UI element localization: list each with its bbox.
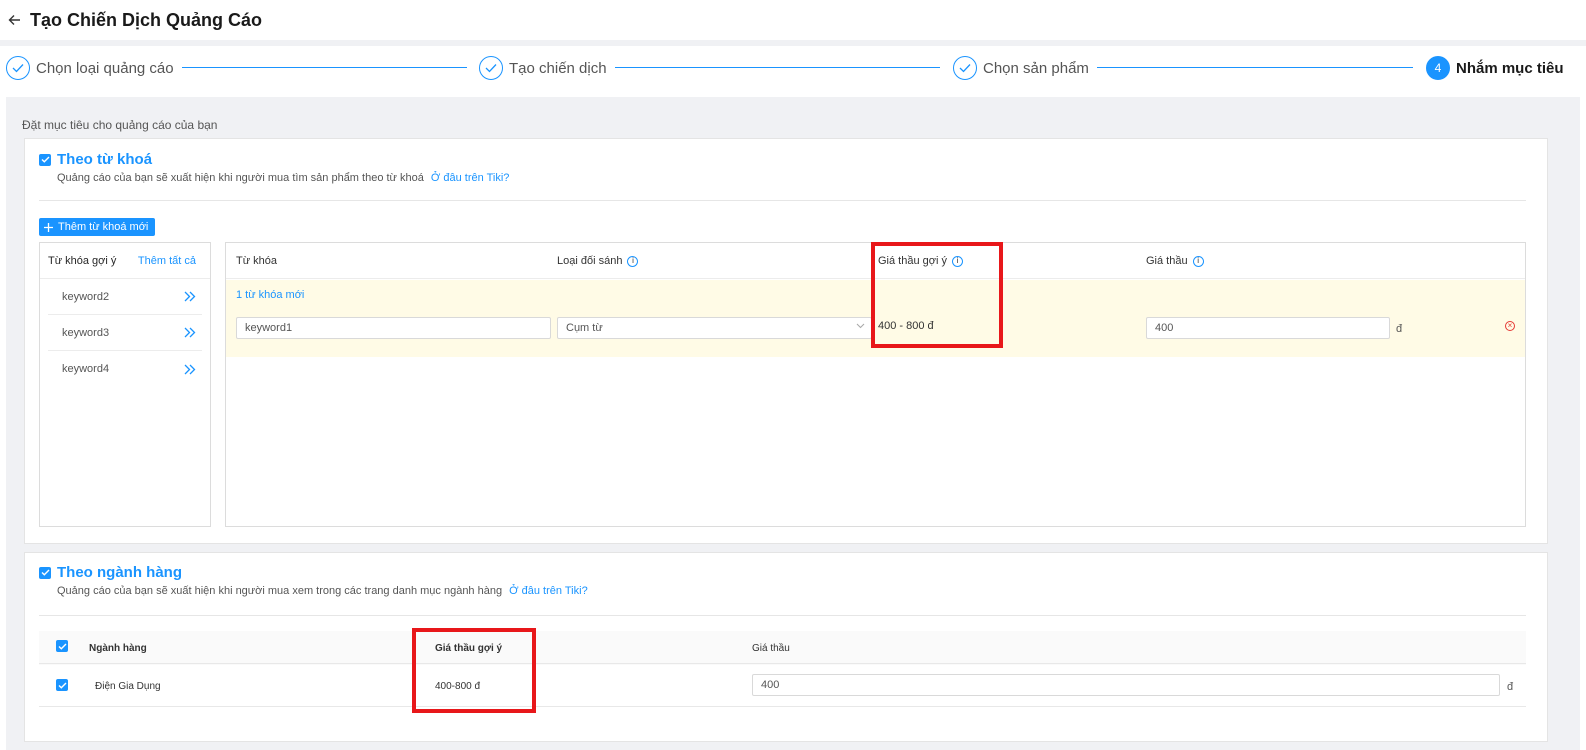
where-on-tiki-link[interactable]: Ở đâu trên Tiki? <box>509 585 588 597</box>
bid-input[interactable] <box>1146 317 1390 339</box>
keyword-targeting-toggle[interactable]: Theo từ khoá <box>39 151 152 168</box>
suggested-keywords-panel: Từ khóa gợi ý Thêm tất cả keyword2 keywo… <box>39 242 211 527</box>
column-label: Giá thầu gợi ý <box>878 255 947 267</box>
category-table: Ngành hàng Giá thầu gợi ý Giá thầu Điện … <box>39 631 1526 707</box>
suggested-keyword: keyword4 <box>62 363 110 375</box>
list-item: keyword2 <box>48 279 202 315</box>
step-create-campaign[interactable]: Tạo chiến dịch <box>479 56 607 80</box>
keyword-input[interactable] <box>236 317 551 339</box>
suggested-keyword: keyword2 <box>62 290 110 303</box>
add-all-link[interactable]: Thêm tất cả <box>138 255 196 267</box>
keyword-targeting-card: Theo từ khoá Quảng cáo của bạn sẽ xuất h… <box>24 138 1548 544</box>
section-heading: Đặt mục tiêu cho quảng cáo của bạn <box>22 118 218 132</box>
new-keyword-count: 1 từ khóa mới <box>236 289 305 301</box>
step-connector <box>1097 67 1413 68</box>
step-label: Chọn sản phẩm <box>983 59 1089 77</box>
column-category: Ngành hàng <box>89 643 147 654</box>
chevron-down-icon <box>856 323 865 329</box>
description-text: Quảng cáo của bạn sẽ xuất hiện khi người… <box>57 585 503 597</box>
keyword-section-title: Theo từ khoá <box>57 151 153 168</box>
match-type-select[interactable]: Cụm từ <box>557 317 872 339</box>
row-checkbox[interactable] <box>56 679 68 691</box>
category-section-description: Quảng cáo của bạn sẽ xuất hiện khi người… <box>57 585 588 597</box>
divider <box>39 615 1526 616</box>
column-bid: Giá thầu i <box>1146 255 1204 267</box>
check-icon <box>953 56 977 80</box>
category-name: Điện Gia Dụng <box>95 681 161 692</box>
remove-icon[interactable]: × <box>1505 321 1515 331</box>
keyword-section-description: Quảng cáo của bạn sẽ xuất hiện khi người… <box>57 172 509 184</box>
column-suggested-bid: Giá thầu gợi ý <box>435 643 503 654</box>
double-chevron-right-icon[interactable] <box>184 327 196 338</box>
table-row: Điện Gia Dụng 400-800 đ đ <box>39 665 1526 707</box>
divider <box>39 200 1526 201</box>
step-progress: Chọn loại quảng cáo Tạo chiến dịch Chọn … <box>0 46 1586 97</box>
step-number-badge: 4 <box>1426 56 1450 80</box>
list-item: keyword3 <box>48 315 202 351</box>
step-label: Chọn loại quảng cáo <box>36 59 174 77</box>
checkbox-checked-icon[interactable] <box>39 566 51 579</box>
step-connector <box>615 67 940 68</box>
keyword-table: Từ khóa Loại đối sánh i Giá thầu gợi ý i… <box>225 242 1526 527</box>
column-label: Giá thầu <box>1146 255 1188 267</box>
column-label: Từ khóa <box>236 255 277 267</box>
category-bid-input[interactable] <box>752 674 1500 696</box>
category-table-header: Ngành hàng Giá thầu gợi ý Giá thầu <box>39 631 1526 664</box>
add-keyword-label: Thêm từ khoá mới <box>58 221 149 233</box>
info-icon[interactable]: i <box>627 255 639 267</box>
column-suggested-bid: Giá thầu gợi ý i <box>878 255 963 267</box>
currency-unit: đ <box>1396 323 1403 335</box>
checkbox-checked-icon[interactable] <box>39 153 51 166</box>
suggested-bid-range: 400 - 800 đ <box>878 320 934 332</box>
list-item: keyword4 <box>48 351 202 387</box>
category-suggested-bid: 400-800 đ <box>435 681 481 692</box>
currency-unit: đ <box>1507 681 1514 693</box>
match-type-value: Cụm từ <box>566 322 603 334</box>
category-section-title: Theo ngành hàng <box>57 564 182 581</box>
description-text: Quảng cáo của bạn sẽ xuất hiện khi người… <box>57 172 424 184</box>
step-targeting[interactable]: 4 Nhắm mục tiêu <box>1426 56 1564 80</box>
back-arrow-icon[interactable] <box>8 13 22 27</box>
step-choose-product[interactable]: Chọn sản phẩm <box>953 56 1089 80</box>
info-icon[interactable]: i <box>951 255 963 267</box>
suggested-keywords-title: Từ khóa gợi ý <box>48 254 117 267</box>
add-keyword-button[interactable]: Thêm từ khoá mới <box>39 218 156 236</box>
page-title: Tạo Chiến Dịch Quảng Cáo <box>30 9 263 30</box>
check-icon <box>479 56 503 80</box>
info-icon[interactable]: i <box>1192 255 1204 267</box>
suggested-keywords-header: Từ khóa gợi ý Thêm tất cả <box>40 243 210 279</box>
content-area: Đặt mục tiêu cho quảng cáo của bạn Theo … <box>6 97 1580 750</box>
column-label: Loại đối sánh <box>557 255 623 267</box>
where-on-tiki-link[interactable]: Ở đâu trên Tiki? <box>431 172 510 184</box>
table-row: 1 từ khóa mới Cụm từ 400 - 800 đ đ × <box>226 280 1525 357</box>
suggested-keyword: keyword3 <box>62 326 110 339</box>
column-keyword: Từ khóa <box>236 255 277 267</box>
category-targeting-toggle[interactable]: Theo ngành hàng <box>39 564 182 581</box>
check-icon <box>6 56 30 80</box>
step-connector <box>182 67 467 68</box>
double-chevron-right-icon[interactable] <box>184 291 196 302</box>
column-match-type: Loại đối sánh i <box>557 255 639 267</box>
double-chevron-right-icon[interactable] <box>184 364 196 375</box>
step-choose-ad-type[interactable]: Chọn loại quảng cáo <box>6 56 174 80</box>
step-label: Tạo chiến dịch <box>509 59 607 77</box>
column-bid: Giá thầu <box>752 643 790 654</box>
category-targeting-card: Theo ngành hàng Quảng cáo của bạn sẽ xuấ… <box>24 552 1548 742</box>
select-all-checkbox[interactable] <box>56 640 68 652</box>
top-bar: Tạo Chiến Dịch Quảng Cáo <box>0 0 1586 40</box>
plus-icon <box>44 222 53 232</box>
keyword-table-header: Từ khóa Loại đối sánh i Giá thầu gợi ý i… <box>226 243 1525 279</box>
step-label: Nhắm mục tiêu <box>1456 59 1564 77</box>
